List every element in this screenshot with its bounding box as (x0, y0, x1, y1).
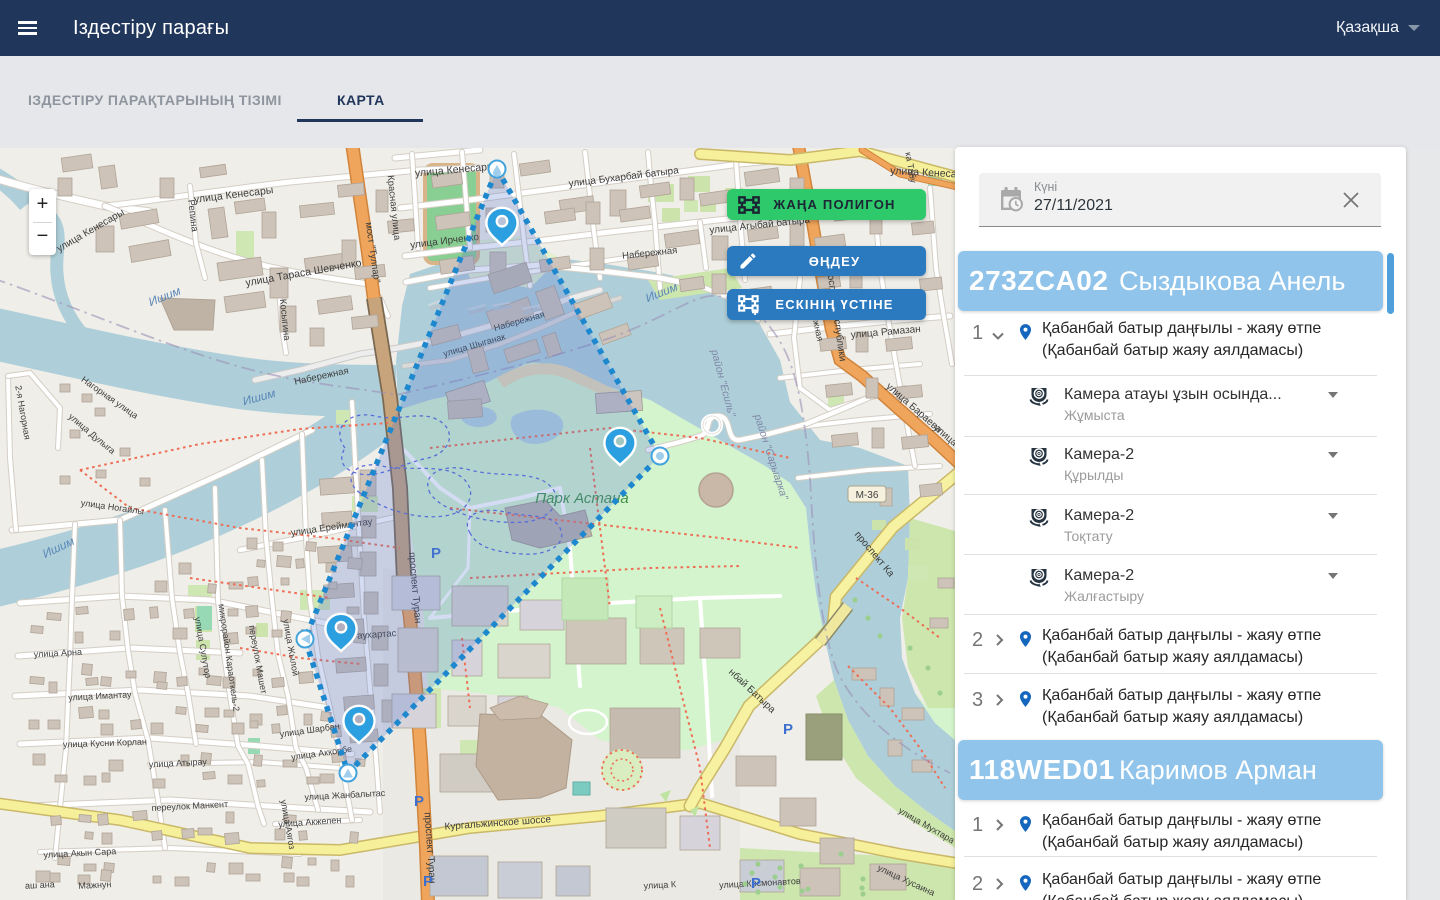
svg-text:P: P (783, 721, 793, 738)
svg-text:Мажнун: Мажнун (78, 879, 112, 891)
svg-text:М-36: М-36 (856, 490, 879, 501)
svg-text:аш ана: аш ана (25, 879, 55, 891)
svg-text:P: P (423, 873, 433, 890)
svg-text:улица К: улица К (643, 879, 677, 891)
svg-text:P: P (414, 793, 424, 810)
svg-text:P: P (751, 875, 761, 892)
